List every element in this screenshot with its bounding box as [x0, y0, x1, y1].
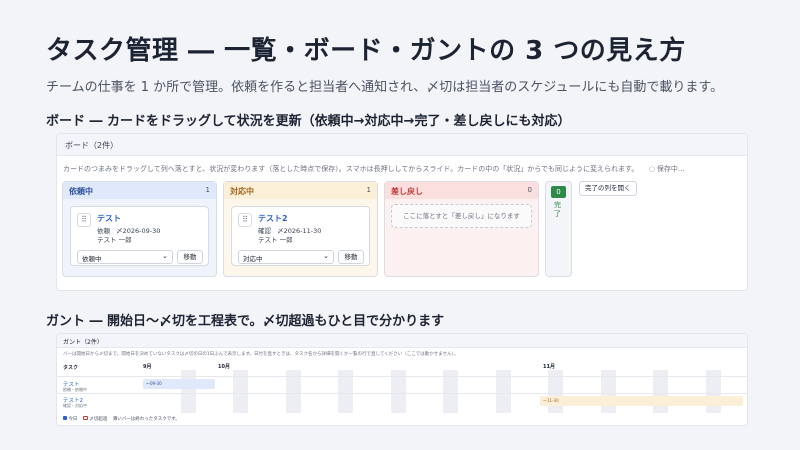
month-label: 10月 [218, 364, 230, 370]
gantt-bar: 〜11-30 [540, 396, 743, 406]
open-done-column-button[interactable]: 完了の列を開く [579, 181, 637, 196]
legend-overdue: 〆切超過 [89, 417, 108, 422]
board-column-rejected[interactable]: 差し戻し 0 ここに落とすと「差し戻し」になります [384, 181, 539, 277]
drop-zone[interactable]: ここに落とすと「差し戻し」になります [391, 204, 532, 228]
board-panel-title: ボード（2件） [57, 134, 747, 156]
column-header: 対応中 1 [224, 182, 377, 199]
done-label: 完了 [554, 201, 561, 218]
gantt-panel: ガント（2件） バーは開始日から〆切まで。開始日を決めていないタスクは〆切の日の… [56, 333, 748, 426]
status-select-value: 依頼中 [82, 255, 102, 263]
legend-note: 薄いバーは終わったタスクです。 [112, 417, 180, 422]
column-count: 1 [366, 186, 371, 194]
drag-handle-icon[interactable]: ⠿ [238, 213, 252, 227]
gantt-hint: バーは開始日から〆切まで。開始日を決めていないタスクは〆切の日の1日ぶんで表示し… [63, 352, 459, 357]
done-count-badge: 0 [551, 186, 566, 198]
legend-today: 今日 [68, 417, 78, 422]
month-label: 9月 [143, 364, 152, 370]
today-marker-icon [63, 416, 67, 420]
column-count: 1 [205, 186, 210, 194]
task-assignee: テスト 一郎 [258, 236, 293, 244]
board-hint-text: カードのつまみをドラッグして列へ落とすと、状況が変わります（落とした時点で保存）… [63, 165, 639, 173]
page-title: タスク管理 ― 一覧・ボード・ガントの 3 つの見え方 [46, 36, 686, 66]
gantt-section-heading: ガント ― 開始日〜〆切を工程表で。〆切超過もひと目で分かります [46, 314, 445, 329]
board-column-done-collapsed[interactable]: 0 完了 [545, 181, 572, 277]
column-header: 差し戻し 0 [385, 182, 538, 199]
column-label: 依頼中 [69, 187, 93, 196]
column-label: 差し戻し [391, 187, 423, 196]
gantt-task-meta: 確認・対応中 [63, 403, 87, 408]
row-divider [57, 393, 747, 394]
page-subtitle: チームの仕事を 1 か所で管理。依頼を作ると担当者へ通知され、〆切は担当者のスケ… [46, 80, 724, 95]
column-label: 対応中 [230, 187, 254, 196]
gantt-panel-title: ガント（2件） [57, 334, 747, 348]
task-card[interactable]: ⠿ テスト2 確認 〆2026-11-30 テスト 一郎 対応中 ⌄ 移動 [231, 206, 370, 266]
gantt-task-meta: 依頼・依頼中 [63, 387, 87, 392]
status-select[interactable]: 依頼中 ⌄ [77, 250, 173, 264]
chevron-down-icon: ⌄ [323, 252, 329, 260]
task-assignee: テスト 一郎 [97, 236, 132, 244]
board-panel: ボード（2件） カードのつまみをドラッグして列へ落とすと、状況が変わります（落と… [56, 133, 748, 291]
chevron-down-icon: ⌄ [162, 252, 168, 260]
column-count: 0 [527, 186, 532, 194]
column-header: 依頼中 1 [63, 182, 216, 199]
task-title-link[interactable]: テスト2 [258, 213, 288, 224]
gantt-chart: タスク 9月 10月 11月 テスト 依頼・依頼中 〜09-30 テスト2 確認… [57, 362, 747, 413]
task-title-link[interactable]: テスト [97, 213, 121, 224]
gantt-legend: 今日 〆切超過 薄いバーは終わったタスクです。 [63, 416, 180, 422]
move-button[interactable]: 移動 [177, 250, 203, 264]
board-column-in-progress[interactable]: 対応中 1 ⠿ テスト2 確認 〆2026-11-30 テスト 一郎 対応中 ⌄… [223, 181, 378, 277]
task-column-header: タスク [63, 365, 79, 371]
row-divider [57, 376, 747, 377]
status-select[interactable]: 対応中 ⌄ [238, 250, 334, 264]
board-column-requested[interactable]: 依頼中 1 ⠿ テスト 依頼 〆2026-09-30 テスト 一郎 依頼中 ⌄ … [62, 181, 217, 277]
saving-indicator: ◌ 保存中… [648, 165, 685, 173]
board-section-heading: ボード ― カードをドラッグして状況を更新（依頼中→対応中→完了・差し戻しにも対… [46, 114, 571, 129]
overdue-marker-icon [82, 416, 88, 420]
drag-handle-icon[interactable]: ⠿ [77, 213, 91, 227]
gantt-bar: 〜09-30 [143, 379, 215, 389]
month-label: 11月 [543, 364, 555, 370]
move-button[interactable]: 移動 [338, 250, 364, 264]
board-hint: カードのつまみをドラッグして列へ落とすと、状況が変わります（落とした時点で保存）… [57, 156, 747, 178]
task-card[interactable]: ⠿ テスト 依頼 〆2026-09-30 テスト 一郎 依頼中 ⌄ 移動 [70, 206, 209, 266]
status-select-value: 対応中 [243, 255, 263, 263]
